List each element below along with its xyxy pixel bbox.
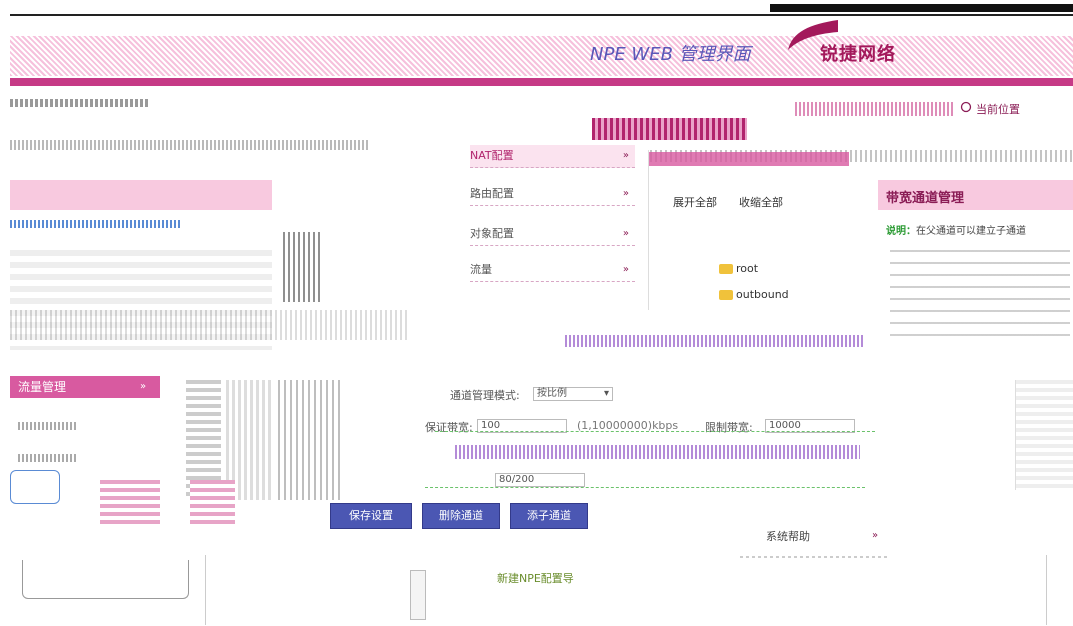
status-stripe xyxy=(795,102,955,116)
info-row xyxy=(10,310,410,340)
menu-item-nat[interactable]: NAT配置» xyxy=(470,145,635,168)
tree-node-outbound[interactable]: outbound xyxy=(719,288,789,301)
add-child-channel-button[interactable]: 添子通道 xyxy=(510,503,588,529)
bottom-panel xyxy=(205,555,1047,625)
grid-col xyxy=(278,380,340,500)
panel-description: 说明：在父通道可以建立子通道 xyxy=(886,226,1026,237)
panel-fields xyxy=(890,250,1070,340)
chevron-down-icon: » xyxy=(872,530,879,541)
panel-side xyxy=(1015,380,1073,490)
sidebar-footer-box xyxy=(22,560,189,599)
location-icon xyxy=(960,101,972,116)
sidebar-item-label: 流量管理 xyxy=(18,380,67,394)
chevron-icon: » xyxy=(622,228,629,239)
breadcrumb xyxy=(10,97,150,110)
expand-all-link[interactable]: 展开全部 xyxy=(673,194,717,210)
header-pattern xyxy=(10,36,1073,76)
folder-icon xyxy=(719,264,733,274)
sidebar-panel xyxy=(10,470,60,504)
chevron-icon: » xyxy=(622,264,629,275)
panel-title: 带宽通道管理 xyxy=(886,191,965,206)
form-field-stripe xyxy=(455,445,860,459)
sidebar-item[interactable] xyxy=(18,420,168,438)
top-divider xyxy=(10,14,1073,16)
tree-node-root[interactable]: root xyxy=(719,262,758,275)
grid-col xyxy=(100,480,160,525)
grid-col xyxy=(190,480,235,525)
save-button[interactable]: 保存设置 xyxy=(330,503,412,529)
logo-text: 锐捷网络 xyxy=(820,44,896,65)
mode-label: 通道管理模式: xyxy=(450,389,520,402)
toolbar-row xyxy=(10,140,370,150)
app-header: NPE WEB 管理界面 锐捷网络 xyxy=(0,0,1073,95)
tree-header xyxy=(649,152,849,166)
folder-icon xyxy=(719,290,733,300)
tab-active[interactable] xyxy=(592,118,747,140)
chevron-right-icon: » xyxy=(140,381,147,392)
channel-tree: 展开全部 收缩全部 root outbound xyxy=(648,150,849,310)
top-bar xyxy=(770,4,1073,12)
chevron-icon: » xyxy=(622,150,629,161)
chevron-icon: » xyxy=(622,188,629,199)
mode-select[interactable]: 按比例 ▾ xyxy=(533,387,613,401)
sidebar-hint xyxy=(10,220,272,242)
system-help[interactable]: 系统帮助 xyxy=(740,528,890,548)
nav-menu: NAT配置» 路由配置» 对象配置» 流量» xyxy=(470,145,640,295)
form-header-stripe xyxy=(565,335,865,347)
brand-title: NPE WEB 管理界面 xyxy=(590,44,751,65)
collapse-all-link[interactable]: 收缩全部 xyxy=(739,194,783,210)
location-label: 当前位置 xyxy=(976,103,1020,116)
sidebar-item-traffic[interactable]: 流量管理 xyxy=(10,376,160,398)
menu-item-object[interactable]: 对象配置» xyxy=(470,223,635,246)
sidebar-item[interactable] xyxy=(18,452,168,470)
menu-item-route[interactable]: 路由配置» xyxy=(470,183,635,206)
delete-channel-button[interactable]: 删除通道 xyxy=(422,503,500,529)
menu-item-traffic[interactable]: 流量» xyxy=(470,259,635,282)
channel-form: 通道管理模式: 按比例 ▾ 保证带宽: 100 (1,10000000)kbps … xyxy=(415,335,875,500)
scrollbar[interactable] xyxy=(410,570,426,620)
sidebar-scroll-noise xyxy=(283,232,323,302)
wizard-link[interactable]: 新建NPE配置导 xyxy=(497,570,574,586)
sidebar-header xyxy=(10,180,272,210)
header-accent-line xyxy=(10,78,1073,86)
chevron-down-icon: ▾ xyxy=(603,388,609,399)
